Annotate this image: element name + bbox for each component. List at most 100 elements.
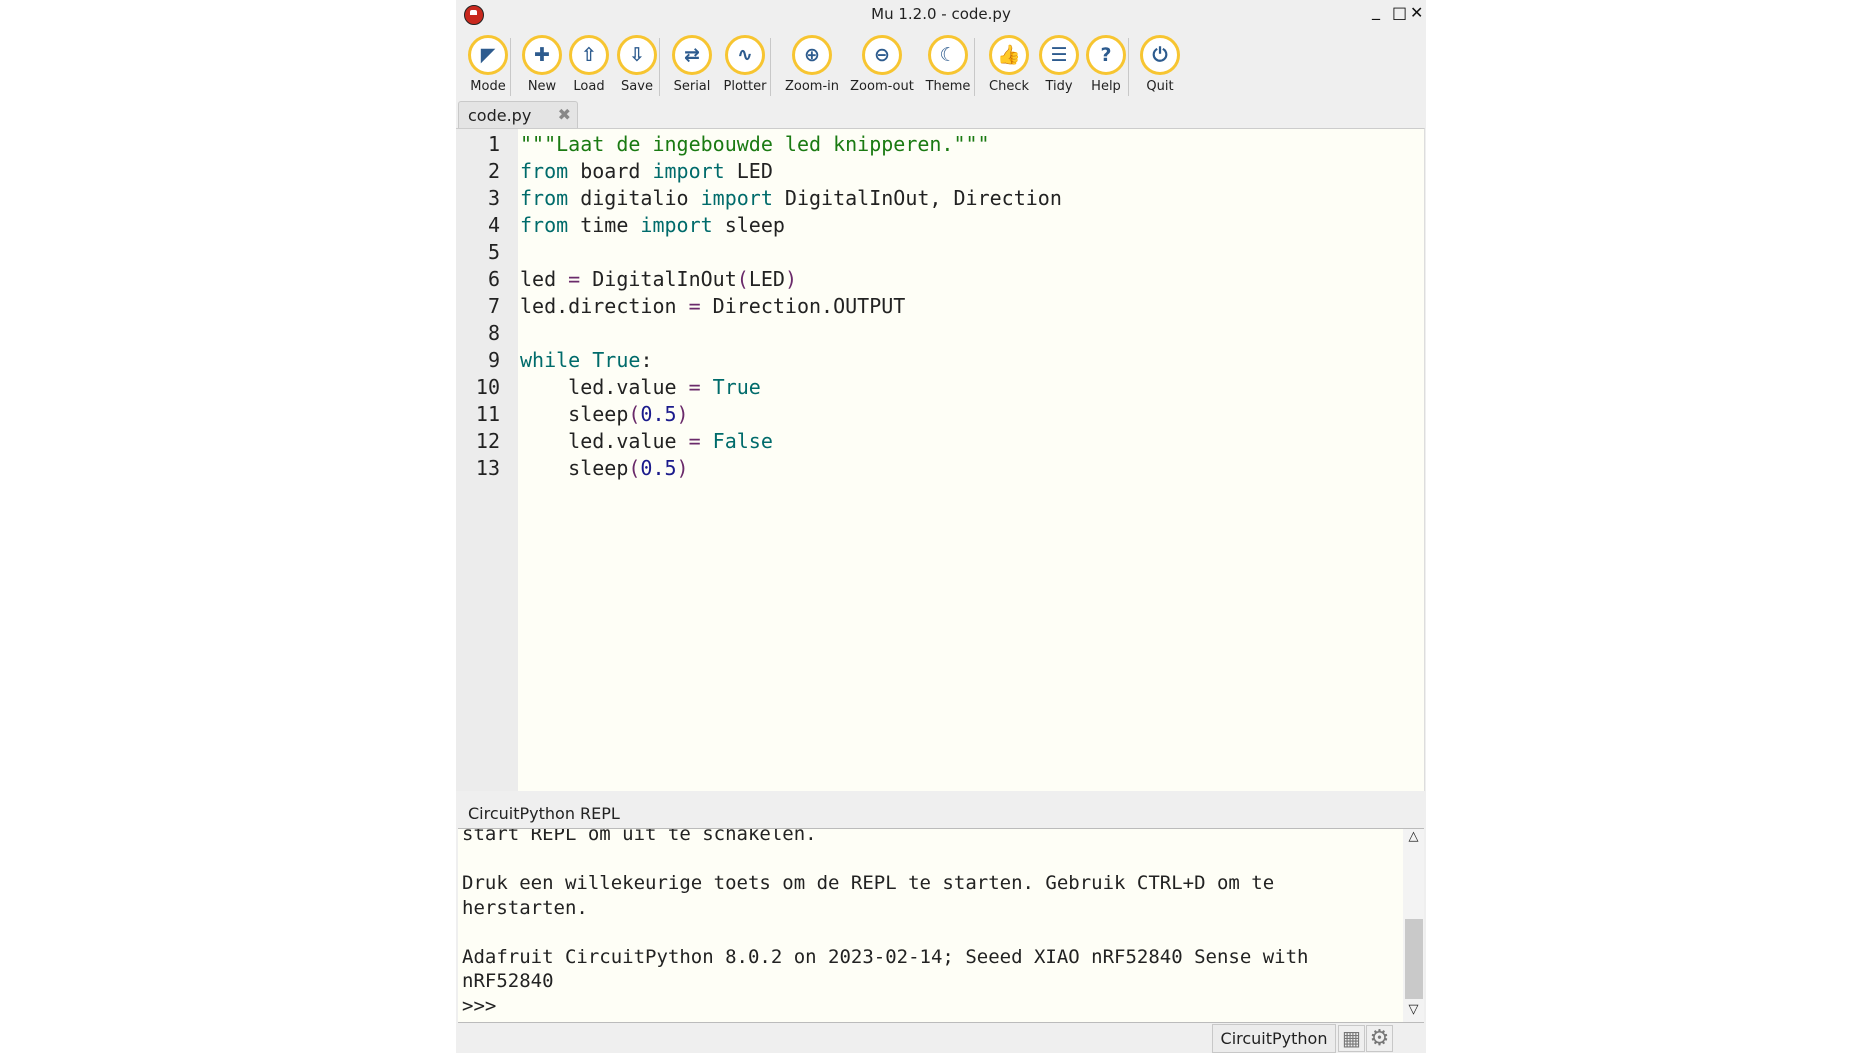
zoom-in-icon: ⊕ [792, 35, 832, 75]
code-token: led.value [520, 429, 689, 453]
code-token: 0.5 [640, 456, 677, 480]
code-line: led.direction = Direction.OUTPUT [520, 294, 905, 318]
code-line: sleep(0.5) [520, 402, 689, 426]
toolbar-divider [770, 38, 771, 96]
code-token: import [640, 213, 713, 237]
gear-icon[interactable]: ⚙ [1366, 1025, 1393, 1052]
tab-code-py[interactable]: code.py ✖ [458, 101, 578, 129]
mode-icon: ◤ [468, 35, 508, 75]
code-token: False [712, 429, 773, 453]
download-icon: ⇩ [617, 35, 657, 75]
code-token: ) [784, 267, 797, 291]
code-token: time [568, 213, 641, 237]
line-number: 11 [475, 402, 500, 426]
code-token: LED [748, 267, 785, 291]
upload-icon: ⇧ [569, 35, 609, 75]
plus-icon: ✚ [522, 35, 562, 75]
maximize-button[interactable]: □ [1392, 3, 1407, 22]
scrollbar-thumb[interactable] [1405, 919, 1423, 999]
code-line: from board import LED [520, 159, 773, 183]
line-number: 13 [475, 456, 500, 480]
mode-indicator[interactable]: CircuitPython [1212, 1024, 1336, 1053]
plotter-button[interactable]: ∿ Plotter [715, 0, 775, 100]
arrows-exchange-icon: ⇄ [672, 35, 712, 75]
chip-icon[interactable]: ▦ [1338, 1025, 1365, 1052]
toolbar-label: Zoom-in [784, 79, 840, 94]
line-number: 8 [487, 321, 500, 345]
code-line: """Laat de ingebouwde led knipperen.""" [520, 132, 990, 156]
code-token: sleep [712, 213, 785, 237]
line-number-gutter: 1 2 3 4 5 6 7 8 9 10 11 12 13 [456, 129, 518, 791]
code-line: from time import sleep [520, 213, 785, 237]
code-token: ( [736, 267, 749, 291]
close-tab-icon[interactable]: ✖ [558, 105, 571, 124]
repl-title: CircuitPython REPL [468, 804, 620, 823]
code-token: 0.5 [640, 402, 677, 426]
repl-line: Druk een willekeurige toets om de REPL t… [462, 872, 1275, 894]
quit-button[interactable]: ⏻ Quit [1130, 0, 1190, 100]
repl-line: >>> [462, 994, 497, 1017]
toolbar-divider [1128, 38, 1129, 96]
repl-line: start REPL om uit te schakelen. [462, 828, 817, 845]
line-number: 12 [475, 429, 500, 453]
code-token: ( [628, 456, 641, 480]
code-token: board [568, 159, 653, 183]
code-token: """Laat de ingebouwde led knipperen.""" [520, 132, 990, 156]
line-number: 10 [475, 375, 500, 399]
repl-line: herstarten. [462, 896, 588, 919]
code-editor[interactable]: 1 2 3 4 5 6 7 8 9 10 11 12 13 """Laat de ingebouwde … [456, 128, 1425, 791]
code-token: = [688, 429, 701, 453]
thumbs-up-icon: 👍 [989, 35, 1029, 75]
code-line: led.value = True [520, 375, 761, 399]
code-token: : [640, 348, 653, 372]
line-number: 1 [487, 132, 500, 156]
lines-icon: ☰ [1039, 35, 1079, 75]
code-token: led [520, 267, 569, 291]
code-token: True [712, 375, 761, 399]
code-token: from [520, 213, 569, 237]
scroll-up-button[interactable]: △ [1403, 829, 1424, 849]
code-token: import [652, 159, 725, 183]
moon-icon: ☾ [928, 35, 968, 75]
line-number: 3 [487, 186, 500, 210]
line-number: 4 [487, 213, 500, 237]
tab-label: code.py [468, 106, 532, 125]
code-token: = [568, 267, 581, 291]
minimize-button[interactable]: _ [1372, 1, 1380, 20]
code-token: ) [676, 402, 689, 426]
zoom-in-button[interactable]: ⊕ Zoom-in [782, 0, 842, 100]
code-line: while True: [520, 348, 652, 372]
repl-line: nRF52840 [462, 970, 554, 992]
repl-scrollbar[interactable]: △ ▽ [1403, 828, 1424, 1023]
line-number: 6 [487, 267, 500, 291]
code-token: LED [724, 159, 773, 183]
code-token: sleep [520, 456, 629, 480]
question-icon: ? [1086, 35, 1126, 75]
zoom-out-button[interactable]: ⊖ Zoom-out [850, 0, 914, 100]
power-icon: ⏻ [1140, 35, 1180, 75]
code-token: led.direction [520, 294, 689, 318]
zoom-out-icon: ⊖ [862, 35, 902, 75]
code-line: sleep(0.5) [520, 456, 689, 480]
repl-line: Adafruit CircuitPython 8.0.2 on 2023-02-… [462, 945, 1309, 968]
repl-console[interactable]: start REPL om uit te schakelen. Druk een … [458, 828, 1404, 1023]
code-token: from [520, 186, 569, 210]
code-token: DigitalInOut [580, 267, 737, 291]
code-token: while [520, 348, 581, 372]
code-token: import [700, 186, 773, 210]
code-line: from digitalio import DigitalInOut, Dire… [520, 186, 1062, 210]
code-token: ( [628, 402, 641, 426]
code-line: led.value = False [520, 429, 773, 453]
close-window-button[interactable]: ✕ [1410, 3, 1423, 22]
toolbar-divider [974, 38, 975, 96]
scroll-down-button[interactable]: ▽ [1403, 1002, 1424, 1022]
code-token: = [688, 294, 701, 318]
code-token: = [688, 375, 701, 399]
toolbar-divider [659, 38, 660, 96]
code-token: DigitalInOut, Direction [772, 186, 1062, 210]
code-token: Direction.OUTPUT [700, 294, 906, 318]
code-token: ) [676, 456, 689, 480]
